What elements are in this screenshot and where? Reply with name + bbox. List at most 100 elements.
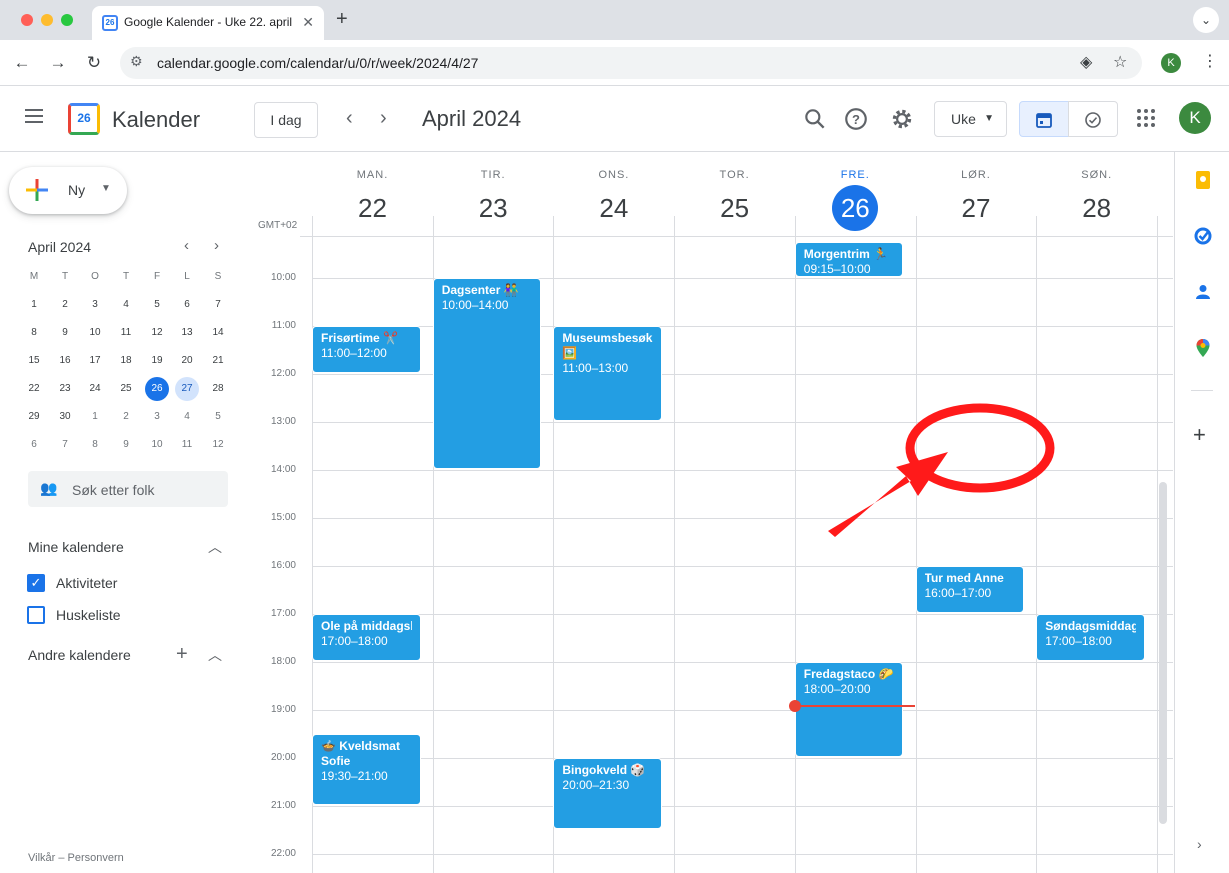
people-search-input[interactable]: 👥 Søk etter folk — [28, 471, 228, 507]
mini-day[interactable]: 3 — [83, 293, 107, 317]
app-title[interactable]: Kalender — [112, 107, 200, 133]
mini-day[interactable]: 1 — [22, 293, 46, 317]
mini-day[interactable]: 29 — [22, 405, 46, 429]
search-icon[interactable] — [802, 106, 828, 132]
back-arrow-icon[interactable]: ← — [9, 50, 35, 76]
day-header[interactable]: TOR. 25 — [674, 152, 795, 236]
day-number[interactable]: 23 — [470, 185, 516, 231]
address-bar[interactable]: ⚙ calendar.google.com/calendar/u/0/r/wee… — [120, 47, 1142, 79]
mini-day[interactable]: 28 — [206, 377, 230, 401]
calendar-event[interactable]: Dagsenter 👫 10:00–14:00 — [432, 278, 542, 469]
mini-day[interactable]: 2 — [114, 405, 138, 429]
calendar-event[interactable]: Frisørtime ✂️ 11:00–12:00 — [312, 326, 421, 373]
mini-day[interactable]: 27 — [175, 377, 199, 401]
browser-menu-icon[interactable]: ⋮ — [1202, 51, 1218, 71]
mini-day[interactable]: 12 — [145, 321, 169, 345]
calendar-mode-toggle[interactable] — [1019, 101, 1069, 137]
day-number[interactable]: 24 — [591, 185, 637, 231]
other-calendars-title[interactable]: Andre kalendere — [28, 647, 131, 663]
calendar-event[interactable]: Museumsbesøk 🖼️ 11:00–13:00 — [553, 326, 663, 421]
day-header[interactable]: FRE. 26 — [795, 152, 916, 236]
apps-grid-icon[interactable] — [1137, 109, 1155, 127]
mini-day[interactable]: 11 — [175, 433, 199, 457]
mini-day[interactable]: 4 — [175, 405, 199, 429]
mini-day[interactable]: 22 — [22, 377, 46, 401]
calendar-checkbox-aktiviteter[interactable]: ✓ — [27, 574, 45, 592]
tasks-icon[interactable] — [1193, 226, 1213, 246]
bookmark-star-icon[interactable]: ☆ — [1113, 52, 1127, 72]
site-info-icon[interactable]: ⚙ — [130, 53, 143, 70]
browser-profile-avatar[interactable]: K — [1161, 53, 1181, 73]
day-header[interactable]: SØN. 28 — [1036, 152, 1157, 236]
footer-links[interactable]: Vilkår – Personvern — [28, 852, 124, 864]
day-number[interactable]: 28 — [1074, 185, 1120, 231]
minimize-window-button[interactable] — [41, 14, 53, 26]
day-header[interactable]: MAN. 22 — [312, 152, 433, 236]
mini-day[interactable]: 10 — [83, 321, 107, 345]
day-header[interactable]: LØR. 27 — [916, 152, 1037, 236]
mini-day[interactable]: 20 — [175, 349, 199, 373]
browser-tab[interactable]: 26 Google Kalender - Uke 22. april 2024 … — [92, 6, 324, 40]
calendar-event[interactable]: Bingokveld 🎲 20:00–21:30 — [553, 758, 663, 829]
mini-day[interactable]: 7 — [206, 293, 230, 317]
mini-day[interactable]: 19 — [145, 349, 169, 373]
mini-day[interactable]: 1 — [83, 405, 107, 429]
calendar-event[interactable]: Morgentrim 🏃 09:15–10:00 — [794, 242, 904, 277]
calendar-event[interactable]: Fredagstaco 🌮 18:00–20:00 — [794, 662, 904, 757]
contacts-icon[interactable] — [1193, 282, 1213, 302]
mini-day[interactable]: 10 — [145, 433, 169, 457]
extension-icon[interactable]: ◈ — [1080, 52, 1092, 72]
expand-panel-chevron-icon[interactable]: › — [1197, 836, 1202, 852]
mini-prev-month-chevron-icon[interactable]: ‹ — [184, 237, 189, 254]
mini-day[interactable]: 12 — [206, 433, 230, 457]
my-calendars-title[interactable]: Mine kalendere — [28, 539, 124, 555]
mini-day[interactable]: 5 — [206, 405, 230, 429]
mini-day[interactable]: 2 — [53, 293, 77, 317]
mini-next-month-chevron-icon[interactable]: › — [214, 237, 219, 254]
tab-close-icon[interactable]: ✕ — [302, 14, 314, 31]
calendar-event[interactable]: 🍲 Kveldsmat Sofie 19:30–21:00 — [312, 734, 421, 805]
mini-day[interactable]: 4 — [114, 293, 138, 317]
help-icon[interactable]: ? — [843, 106, 869, 132]
mini-day[interactable]: 23 — [53, 377, 77, 401]
mini-day[interactable]: 9 — [114, 433, 138, 457]
mini-day[interactable]: 24 — [83, 377, 107, 401]
day-number[interactable]: 27 — [953, 185, 999, 231]
mini-day[interactable]: 7 — [53, 433, 77, 457]
today-button[interactable]: I dag — [254, 102, 318, 138]
mini-day[interactable]: 25 — [114, 377, 138, 401]
forward-arrow-icon[interactable]: → — [45, 50, 71, 76]
mini-day[interactable]: 13 — [175, 321, 199, 345]
reload-icon[interactable]: ↻ — [81, 50, 107, 76]
mini-day[interactable]: 5 — [145, 293, 169, 317]
add-calendar-plus-icon[interactable]: + — [176, 643, 188, 666]
mini-day[interactable]: 26 — [145, 377, 169, 401]
day-number[interactable]: 22 — [350, 185, 396, 231]
calendar-event[interactable]: Ole på middagsbesøk17:00–18:00 — [312, 614, 421, 661]
calendar-event[interactable]: Tur med Anne 16:00–17:00 — [915, 566, 1025, 613]
account-avatar[interactable]: K — [1179, 102, 1211, 134]
mini-day[interactable]: 6 — [22, 433, 46, 457]
mini-day[interactable]: 30 — [53, 405, 77, 429]
main-menu-icon[interactable] — [25, 109, 45, 125]
calendar-logo-icon[interactable]: 26 — [68, 103, 100, 135]
mini-day[interactable]: 18 — [114, 349, 138, 373]
mini-day[interactable]: 3 — [145, 405, 169, 429]
mini-day[interactable]: 15 — [22, 349, 46, 373]
day-number[interactable]: 26 — [832, 185, 879, 231]
next-week-chevron-icon[interactable]: › — [380, 106, 387, 130]
calendar-checkbox-huskeliste[interactable] — [27, 606, 45, 624]
day-header[interactable]: ONS. 24 — [553, 152, 674, 236]
grid-scrollbar[interactable] — [1159, 482, 1167, 824]
keep-icon[interactable] — [1193, 170, 1213, 190]
tasks-mode-toggle[interactable] — [1068, 101, 1118, 137]
mini-day[interactable]: 11 — [114, 321, 138, 345]
tab-search-chevron-icon[interactable]: ⌄ — [1193, 7, 1219, 33]
zoom-window-button[interactable] — [61, 14, 73, 26]
previous-week-chevron-icon[interactable]: ‹ — [346, 106, 353, 130]
create-button[interactable]: Ny ▼ — [9, 167, 127, 214]
maps-icon[interactable] — [1193, 338, 1213, 358]
mini-day[interactable]: 8 — [22, 321, 46, 345]
collapse-chevron-up-icon[interactable]: ︿ — [208, 645, 222, 665]
close-window-button[interactable] — [21, 14, 33, 26]
